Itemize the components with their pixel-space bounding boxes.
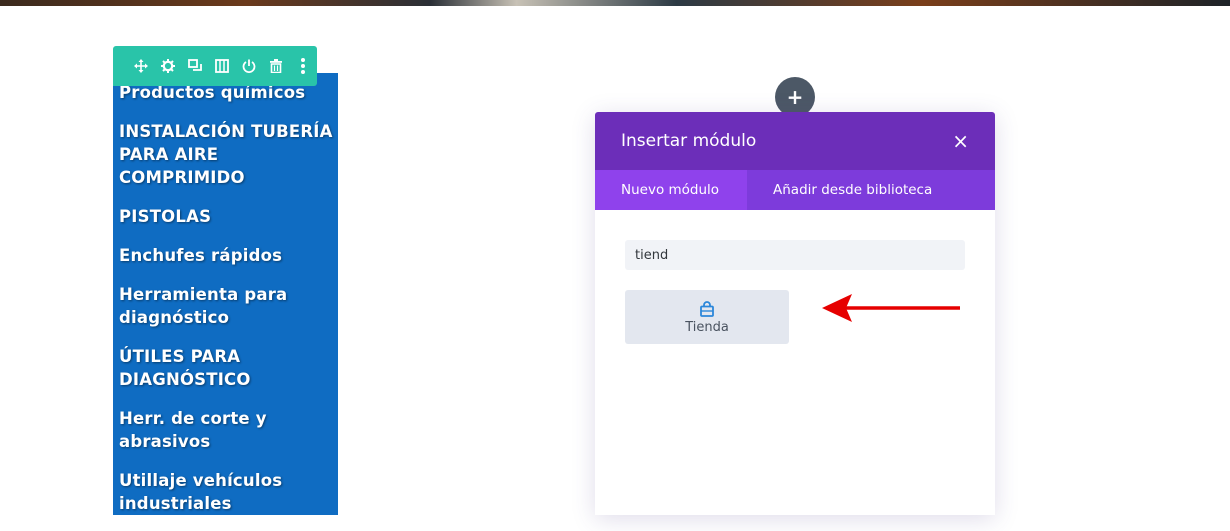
power-icon[interactable] — [236, 46, 263, 86]
category-item[interactable]: Herr. de corte y abrasivos — [119, 407, 335, 453]
shopping-bag-icon — [700, 300, 714, 318]
category-menu: Productos químicos INSTALACIÓN TUBERÍA P… — [113, 73, 338, 515]
duplicate-icon[interactable] — [181, 46, 208, 86]
annotation-arrow-icon — [822, 294, 960, 322]
hero-image-strip — [0, 0, 1230, 6]
module-label: Tienda — [685, 319, 729, 335]
modal-title: Insertar módulo — [621, 131, 757, 151]
tab-add-from-library[interactable]: Añadir desde biblioteca — [747, 170, 958, 210]
module-search-input[interactable] — [625, 240, 965, 270]
trash-icon[interactable] — [263, 46, 290, 86]
close-icon[interactable]: × — [952, 131, 969, 151]
add-module-button[interactable]: + — [775, 77, 815, 117]
module-option-tienda[interactable]: Tienda — [625, 290, 789, 344]
modal-header: Insertar módulo × — [595, 112, 995, 170]
category-item[interactable]: ÚTILES PARA DIAGNÓSTICO — [119, 345, 335, 391]
category-item[interactable]: Utillaje vehículos industriales — [119, 469, 335, 515]
category-item[interactable]: Herramienta para diagnóstico — [119, 283, 335, 329]
category-list: Productos químicos INSTALACIÓN TUBERÍA P… — [119, 81, 335, 531]
move-icon[interactable] — [127, 46, 154, 86]
section-toolbar — [113, 46, 317, 86]
tab-new-module[interactable]: Nuevo módulo — [595, 170, 747, 210]
category-item[interactable]: INSTALACIÓN TUBERÍA PARA AIRE COMPRIMIDO — [119, 120, 335, 189]
modal-tabs: Nuevo módulo Añadir desde biblioteca — [595, 170, 995, 210]
category-item[interactable]: PISTOLAS — [119, 205, 335, 228]
category-item[interactable]: Enchufes rápidos — [119, 244, 335, 267]
more-icon[interactable] — [290, 46, 317, 86]
columns-icon[interactable] — [208, 46, 235, 86]
gear-icon[interactable] — [154, 46, 181, 86]
